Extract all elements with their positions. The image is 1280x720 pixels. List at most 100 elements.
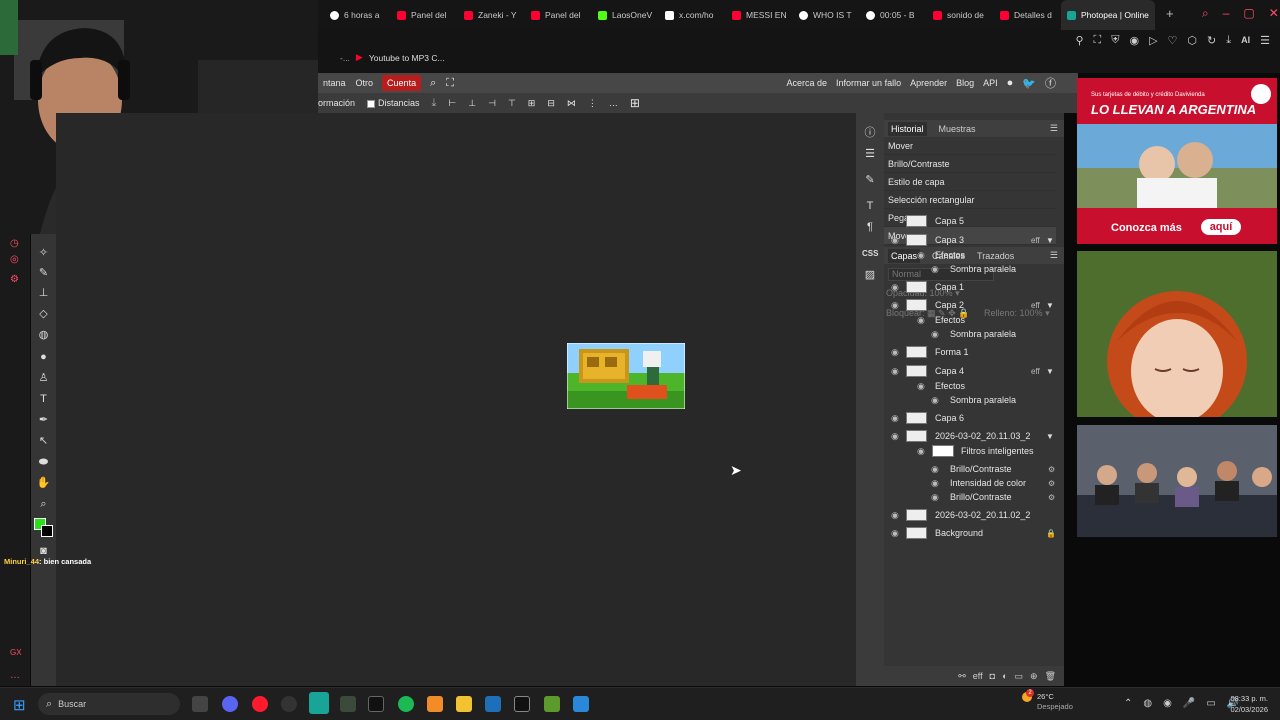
network-icon[interactable]: ▭ [1206,698,1215,709]
play-icon[interactable]: ▷ [1149,34,1157,47]
browser-tab[interactable]: WHO IS T [793,0,860,30]
align-left-icon[interactable]: ⊢ [448,98,456,109]
visibility-eye-icon[interactable]: ◉ [917,315,925,326]
layer-sub-row[interactable]: ◉ Sombra paralela [884,325,1060,343]
discord-icon[interactable] [222,696,238,712]
more-icon[interactable]: … [10,670,20,681]
tray-app-icon[interactable]: ◍ [1143,698,1152,709]
ad-video-2[interactable] [1077,425,1277,537]
browser-tab[interactable]: sonido de [927,0,994,30]
text-icon[interactable]: T [36,392,51,407]
taskbar-search[interactable]: ⌕ Buscar [38,693,180,715]
system-clock[interactable]: 08:33 p. m. 02/03/2026 [1230,693,1268,715]
visibility-eye-icon[interactable]: ◉ [891,300,899,311]
expand-arrow-icon[interactable]: ▼ [1046,301,1054,310]
ai-button[interactable]: AI [1241,35,1250,45]
visibility-eye-icon[interactable]: ◉ [931,492,939,503]
browser-tab[interactable]: Zaneki - Y [458,0,525,30]
fx-icon[interactable]: eff [973,671,983,681]
visibility-eye-icon[interactable]: ◉ [931,464,939,475]
pin-icon[interactable]: ⚲ [1075,34,1083,47]
file-explorer-icon[interactable] [456,696,472,712]
facebook-icon[interactable]: ⓕ [1045,75,1056,91]
gx-icon[interactable]: GX [10,648,22,657]
align-middle-icon[interactable]: ⊞ [528,98,536,109]
expand-arrow-icon[interactable]: ▼ [1046,367,1054,376]
fill-icon[interactable]: ◍ [36,328,51,343]
layer-row[interactable]: ◉ Capa 6 [884,409,1060,427]
visibility-eye-icon[interactable]: ◉ [891,366,899,377]
fullscreen-icon[interactable]: ⛶ [441,77,459,90]
visibility-eye-icon[interactable]: ◉ [917,250,925,261]
refresh-icon[interactable]: ↻ [1207,34,1216,47]
layer-row[interactable]: ◉ 2026-03-02_20.11.02_2 [884,506,1060,524]
stamp-icon[interactable]: ⊥ [36,286,51,301]
css-icon[interactable]: CSS [862,246,878,262]
menu-blog[interactable]: Blog [956,78,974,88]
panel-menu-icon[interactable]: ☰ [1050,123,1058,134]
minimize-icon[interactable]: – [1223,6,1230,21]
dodge-icon[interactable]: ♙ [36,371,51,386]
visibility-eye-icon[interactable]: ◉ [891,413,899,424]
distribute-icon[interactable]: ⋈ [567,98,576,109]
menu-icon[interactable]: ☰ [1260,34,1270,47]
ad-banner-davivienda[interactable]: Sus tarjetas de débito y crédito Davivie… [1077,78,1277,244]
shield-icon[interactable]: ⛨ [1111,34,1119,47]
history-item[interactable]: Selección rectangular [884,191,1056,209]
capcut-icon-2[interactable] [514,696,530,712]
eraser-icon[interactable]: ◇ [36,307,51,322]
menu-aprender[interactable]: Aprender [910,78,947,88]
menu-ventana[interactable]: ntana [318,78,351,88]
tab-historial[interactable]: Historial [888,121,927,136]
filter-settings-icon[interactable]: ⚙ [1048,479,1055,488]
browser-tab[interactable]: Panel del [525,0,592,30]
store-icon[interactable] [485,696,501,712]
document-canvas[interactable] [567,343,685,409]
character-icon[interactable]: T [862,198,878,214]
visibility-eye-icon[interactable]: ◉ [891,235,899,246]
close-icon[interactable]: ✕ [1269,6,1279,21]
layer-row[interactable]: ◉ Forma 1 [884,343,1060,361]
windows-start-icon[interactable]: ⊞ [13,696,26,714]
layer-sub-row[interactable]: ◉ Sombra paralela [884,391,1060,409]
ad-video-1[interactable] [1077,251,1277,417]
browser-tab[interactable]: MESSI EN [726,0,793,30]
menu-otro[interactable]: Otro [351,78,379,88]
quick-select-icon[interactable]: ✧ [36,246,51,261]
ellipse-icon[interactable]: ⬬ [36,455,51,470]
paint-icon[interactable] [573,696,589,712]
visibility-eye-icon[interactable]: ◉ [891,431,899,442]
browser-tab[interactable]: 6 horas a [324,0,391,30]
folder-icon[interactable]: ▭ [1015,671,1024,682]
minecraft-icon[interactable] [544,696,560,712]
browser-tab[interactable]: Panel del [391,0,458,30]
app-icon[interactable] [340,696,356,712]
align-center-icon[interactable]: ⊥ [468,98,476,109]
maximize-icon[interactable]: ▢ [1243,6,1254,21]
history-icon[interactable]: ◷ [10,238,19,249]
menu-cuenta[interactable]: Cuenta [382,75,422,91]
history-item[interactable]: Estilo de capa [884,173,1056,191]
layer-row[interactable]: ◉ Capa 1 [884,278,1060,296]
chat-icon[interactable]: ◎ [10,254,19,265]
opera-gx-icon[interactable] [252,696,268,712]
path-select-icon[interactable]: ↖ [36,434,51,449]
browser-tab[interactable]: x.com/ho [659,0,726,30]
filter-settings-icon[interactable]: ⚙ [1048,493,1055,502]
info-icon[interactable]: ⓘ [862,125,878,141]
distribute-v-icon[interactable]: ⋮ [588,98,597,109]
visibility-eye-icon[interactable]: ◉ [931,264,939,275]
capcut-icon[interactable] [368,696,384,712]
ad1-cta[interactable]: Conozca más [1111,222,1182,234]
trash-icon[interactable]: 🗑 [1045,671,1056,682]
menu-informar[interactable]: Informar un fallo [836,78,901,88]
visibility-eye-icon[interactable]: ◉ [917,446,925,457]
layer-sub-row[interactable]: ◉ Filtros inteligentes [884,442,1060,460]
menu-acerca[interactable]: Acerca de [787,78,828,88]
align-top-icon[interactable]: ⊤ [508,98,516,109]
camera-icon[interactable]: ◉ [1129,34,1139,47]
background-color-swatch[interactable] [41,525,53,537]
extensions-icon[interactable]: ⬡ [1187,34,1197,47]
settings-icon[interactable]: ⚙ [10,274,19,285]
search-icon[interactable]: ⌕ [1202,6,1209,21]
